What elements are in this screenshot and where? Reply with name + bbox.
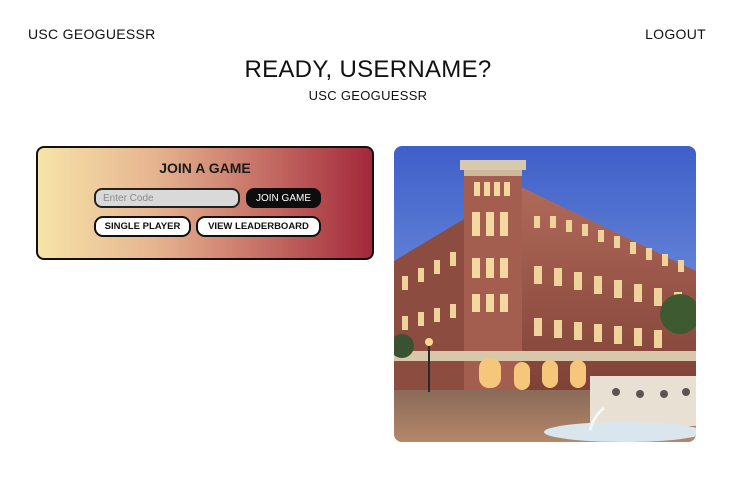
join-game-title: JOIN A GAME (159, 160, 251, 176)
brand-title: USC GEOGUESSR (28, 26, 156, 42)
game-code-input[interactable] (94, 188, 240, 208)
join-game-button[interactable]: JOIN GAME (246, 188, 321, 208)
logout-link[interactable]: LOGOUT (645, 26, 706, 42)
single-player-button[interactable]: SINGLE PLAYER (94, 216, 191, 237)
page: USC GEOGUESSR LOGOUT READY, USERNAME? US… (0, 0, 736, 488)
campus-building-illustration (394, 146, 696, 442)
view-leaderboard-button[interactable]: VIEW LEADERBOARD (196, 216, 321, 237)
page-subtitle: USC GEOGUESSR (308, 88, 428, 103)
campus-building-photo (394, 146, 696, 442)
join-game-card: JOIN A GAME JOIN GAME SINGLE PLAYER VIEW… (36, 146, 374, 260)
page-title: READY, USERNAME? (244, 56, 492, 83)
